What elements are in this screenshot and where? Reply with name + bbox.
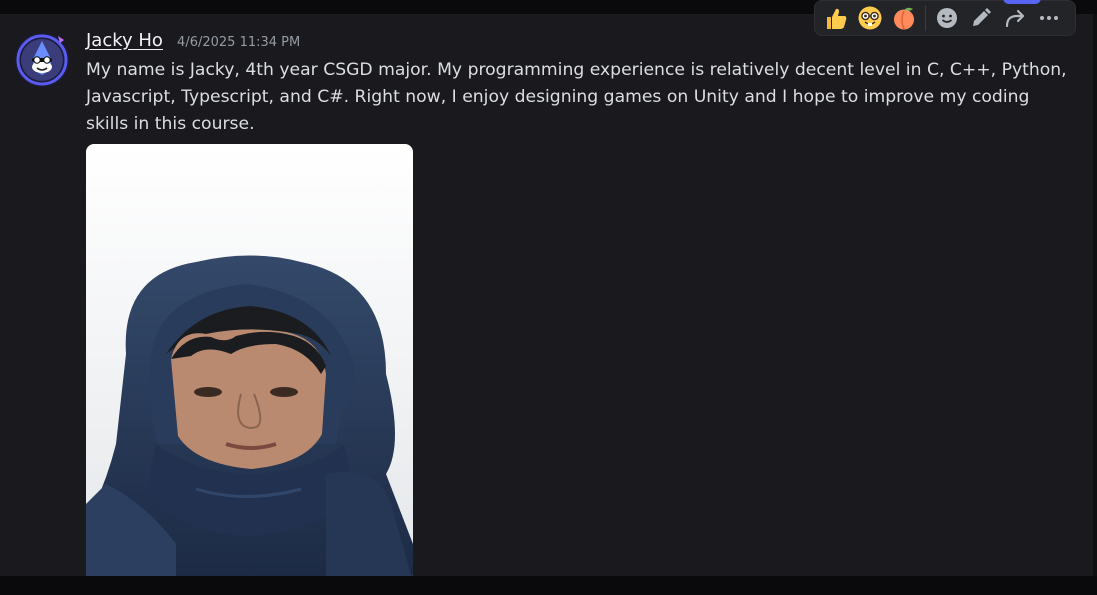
toolbar-divider [925, 5, 926, 31]
message-timestamp[interactable]: 4/6/2025 11:34 PM [177, 35, 300, 50]
forward-arrow-icon[interactable] [998, 2, 1032, 34]
thumbs-up-emoji-icon[interactable] [819, 2, 853, 34]
username[interactable]: Jacky Ho [86, 30, 163, 51]
edit-pencil-icon[interactable] [964, 2, 998, 34]
more-dots-icon[interactable] [1032, 2, 1066, 34]
bottom-bar [0, 576, 1097, 595]
add-reaction-icon[interactable] [930, 2, 964, 34]
notification-badge [1003, 0, 1041, 4]
message-text: My name is Jacky, 4th year CSGD major. M… [86, 60, 1067, 134]
peach-emoji-icon[interactable] [887, 2, 921, 34]
message-actions-toolbar [814, 0, 1076, 36]
user-avatar[interactable] [14, 32, 70, 88]
image-attachment[interactable] [86, 144, 413, 582]
nerd-face-emoji-icon[interactable] [853, 2, 887, 34]
selfie-photo-icon [86, 144, 413, 582]
message-header: Jacky Ho 4/6/2025 11:34 PM [86, 30, 300, 52]
chat-message[interactable]: Jacky Ho 4/6/2025 11:34 PM My name is Ja… [0, 14, 1093, 582]
